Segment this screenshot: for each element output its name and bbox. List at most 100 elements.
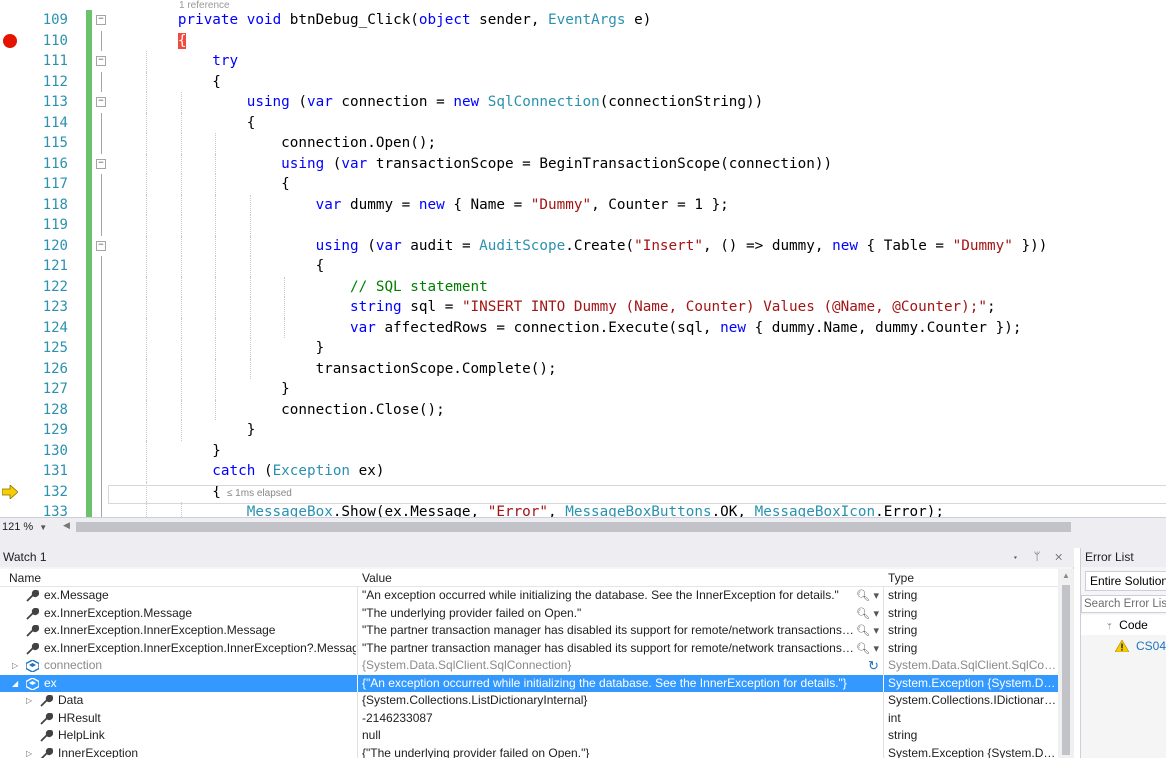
watch-row[interactable]: ex.InnerException.Message "The underlying… [0,604,1058,623]
column-type-header[interactable]: Type [882,569,914,587]
code-text[interactable]: try [109,51,238,72]
watch-row[interactable]: ex.InnerException.InnerException.InnerEx… [0,639,1058,658]
text-visualizer-icon[interactable]: 🔍︎ ▾ [856,640,879,658]
error-list-title[interactable]: Error List [1081,548,1166,567]
code-editor[interactable]: 109−1 reference private void btnDebug_Cl… [0,0,1166,517]
code-line[interactable]: 128 connection.Close(); [0,399,1166,421]
code-text[interactable]: { [109,113,256,134]
column-code-header[interactable]: Code [1119,618,1148,632]
code-line[interactable]: 123 string sql = "INSERT INTO Dummy (Nam… [0,297,1166,318]
watch-value[interactable]: null [360,727,880,745]
watch-value[interactable]: -2146233087 [360,710,880,728]
code-line[interactable]: 111 − try [0,51,1166,72]
watch-row[interactable]: HResult -2146233087 int [0,709,1058,728]
code-line[interactable]: 119 [0,215,1166,236]
breakpoint-icon[interactable] [3,33,17,48]
code-line[interactable]: 130 } [0,440,1166,462]
code-text[interactable]: } [109,338,325,359]
error-scope-dropdown[interactable]: Entire Solution [1085,571,1166,591]
code-text[interactable]: catch (Exception ex) [109,461,384,482]
code-line[interactable]: 127 } [0,379,1166,400]
code-line[interactable]: 113 − using (var connection = new SqlConn… [0,92,1166,113]
text-visualizer-icon[interactable]: 🔍︎ ▾ [856,587,879,605]
code-line[interactable]: 116 − using (var transactionScope = Begin… [0,153,1166,175]
watch-value[interactable]: "An exception occurred while initializin… [360,587,854,605]
watch-value[interactable]: {"The underlying provider failed on Open… [360,745,880,758]
code-text[interactable]: { [109,256,325,277]
code-line[interactable]: 112 { [0,71,1166,93]
code-line[interactable]: 121 { [0,256,1166,277]
scroll-left-icon[interactable]: ◀ [63,520,70,531]
collapse-region-icon[interactable]: − [96,240,106,251]
code-line[interactable]: 125 } [0,338,1166,359]
code-text[interactable]: transactionScope.Complete(); [109,359,557,380]
code-text[interactable]: } [109,420,256,441]
scroll-up-icon[interactable]: ▲ [1062,571,1070,580]
instruction-pointer-arrow-icon[interactable] [2,484,18,499]
code-text[interactable]: private void btnDebug_Click(object sende… [109,10,651,31]
code-text[interactable]: { [109,31,187,52]
zoom-dropdown[interactable]: 121 % ▼ [0,519,60,536]
watch-row[interactable]: ex.Message "An exception occurred while i… [0,587,1058,605]
text-visualizer-icon[interactable]: 🔍︎ ▾ [856,605,879,623]
window-controls-icon[interactable]: ▾ ᛘ ✕ [1012,548,1068,567]
watch-name[interactable]: HResult [58,710,356,728]
column-name-header[interactable]: Name [3,569,41,587]
watch-name[interactable]: ex.Message [44,587,356,605]
collapse-region-icon[interactable]: − [96,15,106,25]
code-text[interactable]: } [109,441,221,462]
watch-row[interactable]: ◢ ex {"An exception occurred while initial… [0,674,1058,693]
watch-row[interactable]: ▷ Data {System.Collections.ListDictionaryI… [0,692,1058,710]
code-line[interactable]: 117 { [0,174,1166,195]
code-line[interactable]: 110 { [0,30,1166,52]
watch-row[interactable]: ex.InnerException.InnerException.Message… [0,622,1058,640]
code-line[interactable]: 109−1 reference private void btnDebug_Cl… [0,0,1166,31]
filter-icon[interactable]: ᛘ [1107,622,1112,631]
watch-value[interactable]: {System.Collections.ListDictionaryIntern… [360,692,880,710]
collapsed-triangle-icon[interactable]: ▷ [12,657,18,675]
code-text[interactable]: string sql = "INSERT INTO Dummy (Name, C… [109,297,996,318]
watch-scrollbar-thumb[interactable] [1062,585,1070,755]
code-line[interactable]: 120 − using (var audit = AuditScope.Creat… [0,235,1166,257]
expanded-triangle-icon[interactable]: ◢ [12,675,18,693]
code-text[interactable]: // SQL statement [109,277,488,298]
code-line[interactable]: 126 transactionScope.Complete(); [0,358,1166,380]
code-text[interactable]: } [109,379,290,400]
code-text[interactable]: connection.Close(); [109,400,445,421]
watch-name[interactable]: HelpLink [58,727,356,745]
watch-value[interactable]: "The partner transaction manager has dis… [360,640,854,658]
watch-name[interactable]: ex.InnerException.InnerException.Message [44,622,356,640]
watch-row[interactable]: HelpLink null string [0,727,1058,745]
text-visualizer-icon[interactable]: 🔍︎ ▾ [856,622,879,640]
code-text[interactable]: connection.Open(); [109,133,436,154]
watch-vertical-scrollbar[interactable]: ▲ [1058,569,1074,758]
watch-row[interactable]: ▷ InnerException {"The underlying provider… [0,744,1058,758]
code-text[interactable]: { [109,174,290,195]
code-text[interactable]: using (var connection = new SqlConnectio… [109,92,764,113]
horizontal-scrollbar-thumb[interactable] [76,522,1071,532]
collapse-region-icon[interactable]: − [96,97,106,107]
dock-splitter[interactable] [0,536,1166,548]
code-line[interactable]: 124 var affectedRows = connection.Execut… [0,317,1166,339]
code-line[interactable]: 131 catch (Exception ex) [0,461,1166,482]
watch-name[interactable]: ex [44,675,356,693]
column-value-header[interactable]: Value [356,569,392,587]
watch-name[interactable]: ex.InnerException.Message [44,605,356,623]
code-text[interactable]: var dummy = new { Name = "Dummy", Counte… [109,195,729,216]
watch-name[interactable]: ex.InnerException.InnerException.InnerEx… [44,640,356,658]
refresh-icon[interactable]: ↻ [868,657,879,675]
collapse-region-icon[interactable]: − [96,56,106,66]
watch-name[interactable]: connection [44,657,356,675]
code-text[interactable]: { [109,72,221,93]
code-text[interactable]: var affectedRows = connection.Execute(sq… [109,318,1021,339]
code-text[interactable]: using (var transactionScope = BeginTrans… [109,154,832,175]
watch-title-bar[interactable]: Watch 1 ▾ ᛘ ✕ [0,548,1074,567]
code-line[interactable]: 114 { [0,112,1166,134]
collapsed-triangle-icon[interactable]: ▷ [26,745,32,758]
code-text[interactable]: using (var audit = AuditScope.Create("In… [109,236,1048,257]
code-text[interactable]: MessageBox.Show(ex.Message, "Error", Mes… [109,502,944,517]
error-search-input[interactable]: Search Error List [1081,595,1166,613]
collapse-region-icon[interactable]: − [96,158,106,169]
watch-value[interactable]: {"An exception occurred while initializi… [360,675,880,693]
code-line[interactable]: 115 connection.Open(); [0,133,1166,154]
